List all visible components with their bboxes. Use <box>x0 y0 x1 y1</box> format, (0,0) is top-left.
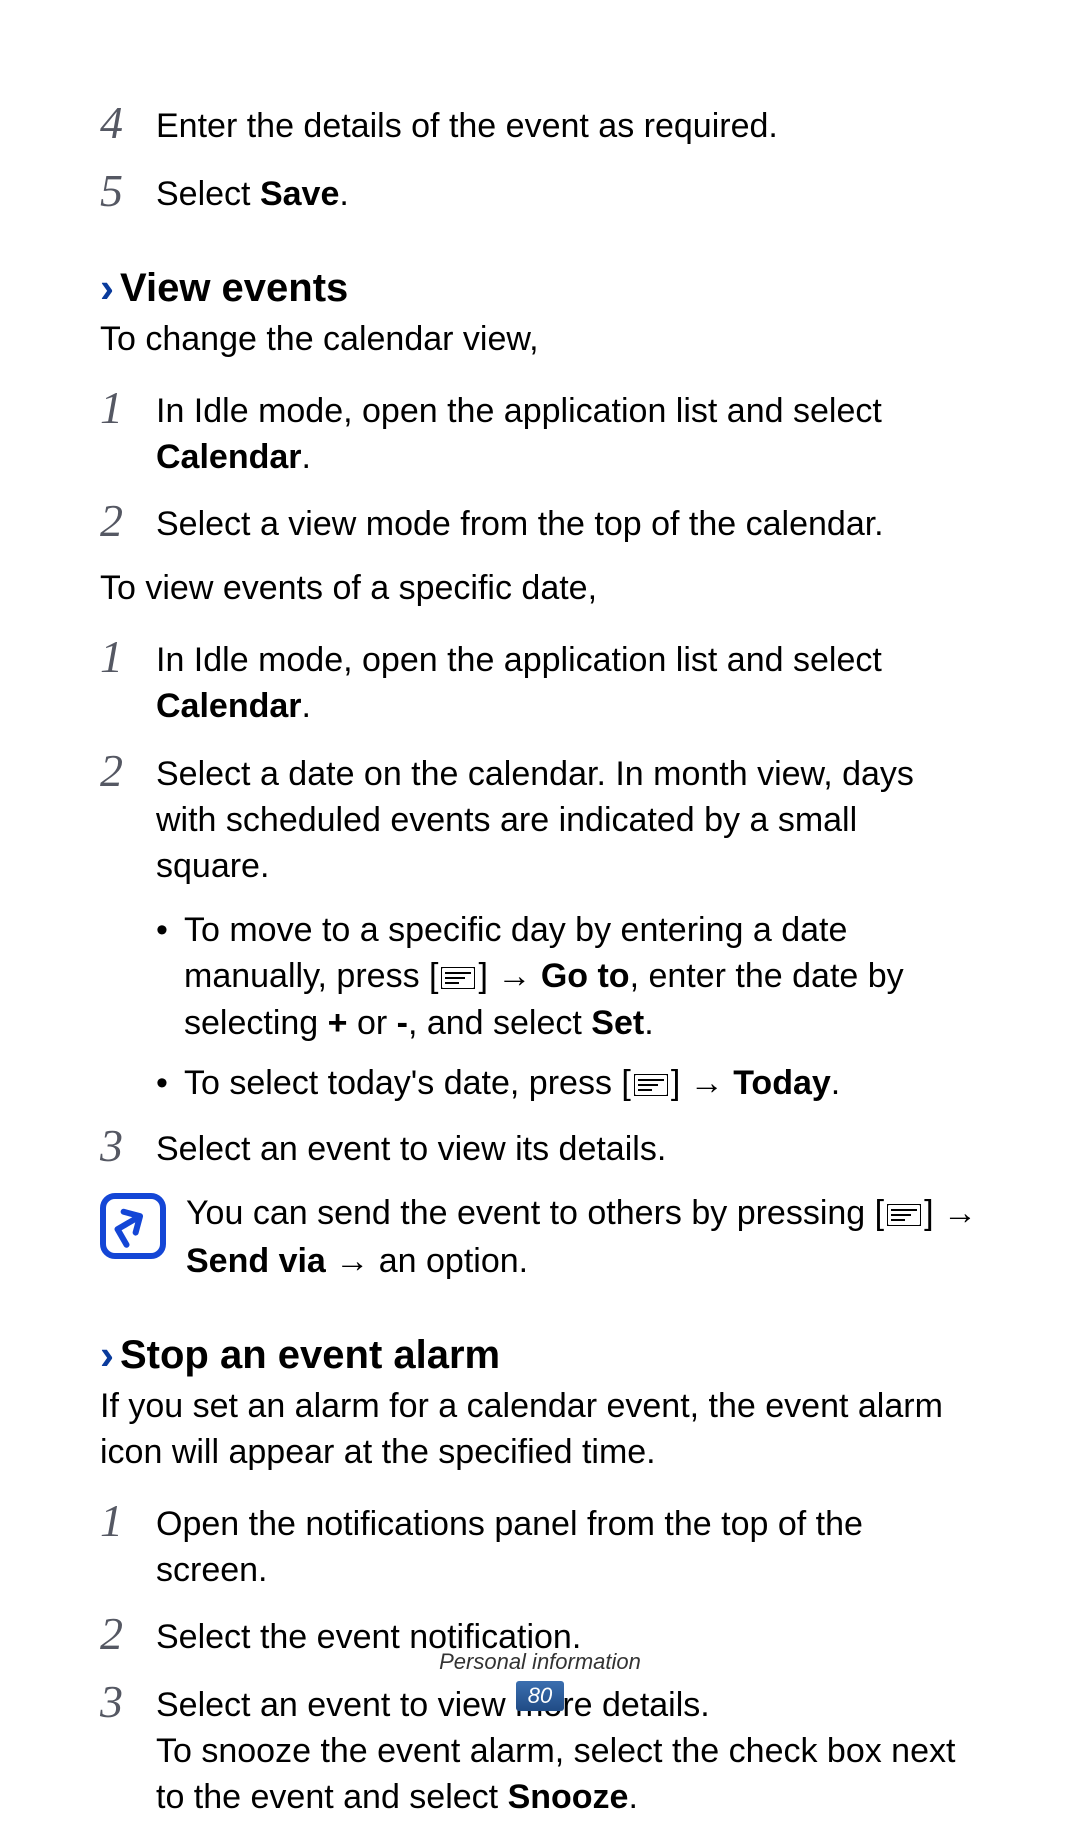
step-number: 1 <box>100 385 156 431</box>
bullet-icon: • <box>156 1061 184 1107</box>
step-text: In Idle mode, open the application list … <box>156 385 980 481</box>
step-1: 1 Open the notifications panel from the … <box>100 1498 980 1594</box>
text: Select <box>156 175 260 213</box>
text-bold: Calendar <box>156 687 302 725</box>
section-heading-view-events: › View events <box>100 266 980 311</box>
chevron-icon: › <box>100 1334 114 1376</box>
text: In Idle mode, open the application list … <box>156 392 882 430</box>
bullet-text: To select today's date, press [ ] → Today… <box>184 1061 980 1109</box>
step-number: 1 <box>100 634 156 680</box>
text-bold: Save <box>260 175 339 213</box>
section-title: Stop an event alarm <box>120 1333 500 1378</box>
paragraph: To view events of a specific date, <box>100 566 980 612</box>
step-2: 2 Select a date on the calendar. In mont… <box>100 748 980 890</box>
step-4: 4 Enter the details of the event as requ… <box>100 100 980 150</box>
menu-icon <box>887 1193 921 1239</box>
text: ] → <box>478 957 540 995</box>
step-text: Select a date on the calendar. In month … <box>156 748 980 890</box>
text: . <box>831 1064 840 1102</box>
note-icon <box>100 1193 166 1259</box>
note-text: You can send the event to others by pres… <box>186 1191 980 1285</box>
note-callout: You can send the event to others by pres… <box>100 1191 980 1285</box>
menu-icon <box>441 956 475 1002</box>
text-bold: Snooze <box>508 1778 629 1816</box>
text-bold: + <box>328 1004 348 1042</box>
section-intro: To change the calendar view, <box>100 317 980 363</box>
section-intro: If you set an alarm for a calendar event… <box>100 1384 980 1476</box>
sub-bullet: • To select today's date, press [ ] → Tod… <box>156 1061 980 1109</box>
text: To snooze the event alarm, select the ch… <box>156 1729 980 1821</box>
text-bold: Calendar <box>156 438 302 476</box>
page-footer: Personal information 80 <box>0 1649 1080 1711</box>
step-text: In Idle mode, open the application list … <box>156 634 980 730</box>
step-text: Select Save. <box>156 168 980 218</box>
step-text: Select an event to view its details. <box>156 1123 980 1173</box>
step-number: 3 <box>100 1123 156 1169</box>
section-title: View events <box>120 266 348 311</box>
text: ] → <box>924 1194 977 1232</box>
step-3: 3 Select an event to view its details. <box>100 1123 980 1173</box>
text: . <box>339 175 348 213</box>
step-1: 1 In Idle mode, open the application lis… <box>100 634 980 730</box>
text: . <box>628 1778 637 1816</box>
step-number: 1 <box>100 1498 156 1544</box>
sub-bullet: • To move to a specific day by entering … <box>156 908 980 1048</box>
step-5: 5 Select Save. <box>100 168 980 218</box>
text: → an option. <box>326 1242 528 1280</box>
step-text: Select a view mode from the top of the c… <box>156 498 980 548</box>
step-number: 4 <box>100 100 156 146</box>
bullet-icon: • <box>156 908 184 954</box>
step-text: Open the notifications panel from the to… <box>156 1498 980 1594</box>
section-heading-stop-alarm: › Stop an event alarm <box>100 1333 980 1378</box>
page-number-badge: 80 <box>516 1681 564 1711</box>
footer-label: Personal information <box>0 1649 1080 1675</box>
text-bold: Set <box>591 1004 644 1042</box>
text: . <box>644 1004 653 1042</box>
text: . <box>302 687 311 725</box>
text-bold: - <box>397 1004 408 1042</box>
text: ] → <box>671 1064 733 1102</box>
text: or <box>348 1004 397 1042</box>
step-text: Enter the details of the event as requir… <box>156 100 980 150</box>
step-number: 2 <box>100 498 156 544</box>
text: You can send the event to others by pres… <box>186 1194 884 1232</box>
step-number: 5 <box>100 168 156 214</box>
page-content: 4 Enter the details of the event as requ… <box>100 100 980 1821</box>
text: . <box>302 438 311 476</box>
text-bold: Today <box>733 1064 831 1102</box>
text-bold: Go to <box>541 957 630 995</box>
bullet-text: To move to a specific day by entering a … <box>184 908 980 1048</box>
text-bold: Send via <box>186 1242 326 1280</box>
chevron-icon: › <box>100 267 114 309</box>
menu-icon <box>634 1063 668 1109</box>
step-1: 1 In Idle mode, open the application lis… <box>100 385 980 481</box>
text: In Idle mode, open the application list … <box>156 641 882 679</box>
step-2: 2 Select a view mode from the top of the… <box>100 498 980 548</box>
step-number: 2 <box>100 748 156 794</box>
text: To select today's date, press [ <box>184 1064 631 1102</box>
text: , and select <box>408 1004 591 1042</box>
